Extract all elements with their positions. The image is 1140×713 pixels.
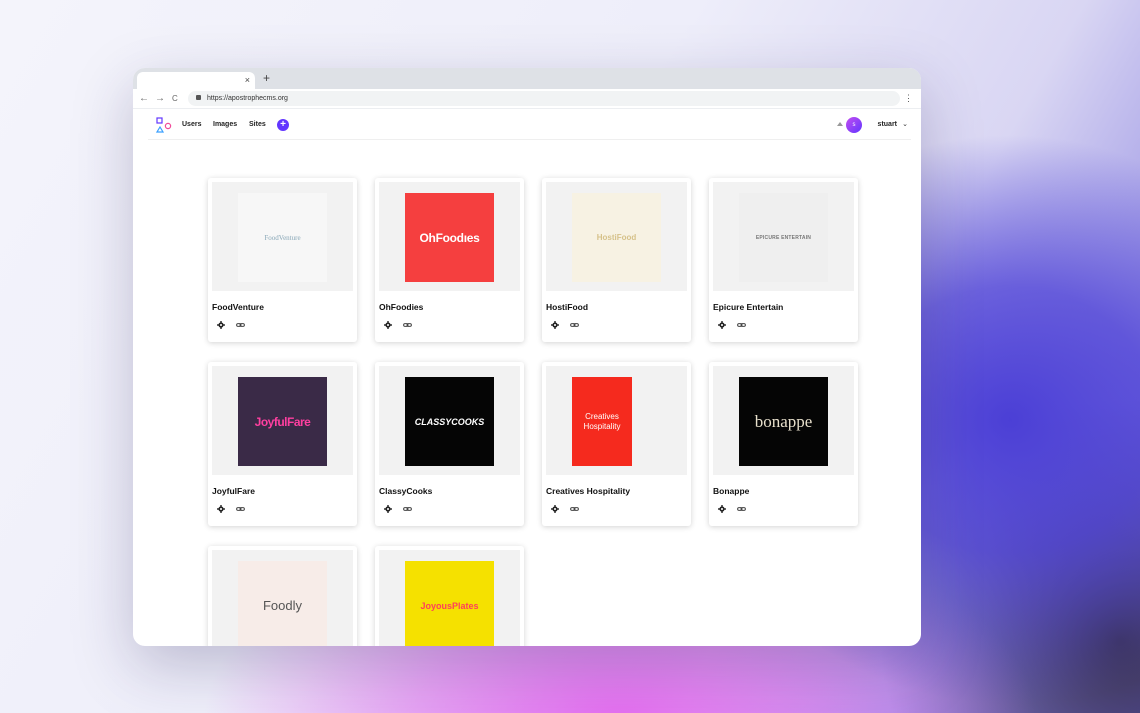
site-logo: JoyfulFare <box>238 377 327 466</box>
browser-window: × + ← → C https://apostrophecms.org ⋮ Us… <box>133 68 921 646</box>
site-title[interactable]: ClassyCooks <box>379 486 432 496</box>
app-header: Users Images Sites + s stuart ⌄ <box>148 110 911 140</box>
site-logo: OhFoodıes <box>405 193 494 282</box>
site-thumbnail[interactable]: JoyfulFare <box>212 366 353 475</box>
site-title[interactable]: HostiFood <box>546 302 588 312</box>
add-button[interactable]: + <box>277 119 289 131</box>
nav-images[interactable]: Images <box>213 121 237 128</box>
site-title[interactable]: FoodVenture <box>212 302 264 312</box>
gear-icon[interactable] <box>384 321 392 329</box>
site-thumbnail[interactable]: CLASSYCOOKS <box>379 366 520 475</box>
apostrophe-logo-icon[interactable] <box>156 117 172 133</box>
locale-icon[interactable] <box>836 121 844 127</box>
gear-icon[interactable] <box>217 505 225 513</box>
link-icon[interactable] <box>236 505 245 513</box>
gear-icon[interactable] <box>551 321 559 329</box>
tab-close-icon[interactable]: × <box>245 74 250 86</box>
site-card[interactable]: Creatives Hospitality Creatives Hospitali… <box>542 362 691 526</box>
site-card[interactable]: JoyousPlates <box>375 546 524 646</box>
site-card[interactable]: EPICURE ENTERTAIN Epicure Entertain <box>709 178 858 342</box>
forward-arrow-icon[interactable]: → <box>155 92 165 105</box>
link-icon[interactable] <box>403 321 412 329</box>
site-thumbnail[interactable]: bonappe <box>713 366 854 475</box>
site-logo: FoodVenture <box>238 193 327 282</box>
gear-icon[interactable] <box>551 505 559 513</box>
site-title[interactable]: Bonappe <box>713 486 749 496</box>
site-thumbnail[interactable]: HostiFood <box>546 182 687 291</box>
site-card[interactable]: JoyfulFare JoyfulFare <box>208 362 357 526</box>
address-bar[interactable]: https://apostrophecms.org <box>188 91 900 106</box>
nav-sites[interactable]: Sites <box>249 121 266 128</box>
site-card[interactable]: OhFoodıes OhFoodies <box>375 178 524 342</box>
gear-icon[interactable] <box>217 321 225 329</box>
url-text: https://apostrophecms.org <box>207 95 288 102</box>
lock-icon <box>196 95 201 100</box>
chevron-down-icon[interactable]: ⌄ <box>902 120 908 128</box>
link-icon[interactable] <box>236 321 245 329</box>
site-title[interactable]: OhFoodies <box>379 302 423 312</box>
link-icon[interactable] <box>570 505 579 513</box>
browser-tab[interactable]: × <box>137 72 255 89</box>
site-thumbnail[interactable]: OhFoodıes <box>379 182 520 291</box>
site-title[interactable]: Creatives Hospitality <box>546 486 630 496</box>
site-logo: Foodly <box>238 561 327 646</box>
gear-icon[interactable] <box>718 321 726 329</box>
site-thumbnail[interactable]: Creatives Hospitality <box>546 366 687 475</box>
reload-icon[interactable]: C <box>172 92 178 105</box>
browser-toolbar: ← → C https://apostrophecms.org ⋮ <box>133 89 921 109</box>
link-icon[interactable] <box>737 505 746 513</box>
site-card[interactable]: Foodly <box>208 546 357 646</box>
avatar[interactable]: s <box>846 117 862 133</box>
link-icon[interactable] <box>570 321 579 329</box>
site-thumbnail[interactable]: Foodly <box>212 550 353 646</box>
site-title[interactable]: JoyfulFare <box>212 486 255 496</box>
site-thumbnail[interactable]: FoodVenture <box>212 182 353 291</box>
gear-icon[interactable] <box>718 505 726 513</box>
back-arrow-icon[interactable]: ← <box>139 92 149 105</box>
site-card[interactable]: CLASSYCOOKS ClassyCooks <box>375 362 524 526</box>
site-card[interactable]: bonappe Bonappe <box>709 362 858 526</box>
site-card[interactable]: HostiFood HostiFood <box>542 178 691 342</box>
site-logo: CLASSYCOOKS <box>405 377 494 466</box>
tab-strip: × + <box>133 68 921 89</box>
link-icon[interactable] <box>737 321 746 329</box>
gear-icon[interactable] <box>384 505 392 513</box>
site-logo: HostiFood <box>572 193 661 282</box>
site-logo: JoyousPlates <box>405 561 494 646</box>
link-icon[interactable] <box>403 505 412 513</box>
new-tab-button[interactable]: + <box>263 71 270 85</box>
site-thumbnail[interactable]: JoyousPlates <box>379 550 520 646</box>
site-logo: EPICURE ENTERTAIN <box>739 193 828 282</box>
browser-menu-icon[interactable]: ⋮ <box>904 92 913 105</box>
site-thumbnail[interactable]: EPICURE ENTERTAIN <box>713 182 854 291</box>
site-title[interactable]: Epicure Entertain <box>713 302 783 312</box>
site-logo: bonappe <box>739 377 828 466</box>
site-card[interactable]: FoodVenture FoodVenture <box>208 178 357 342</box>
nav-users[interactable]: Users <box>182 121 201 128</box>
username[interactable]: stuart <box>878 121 897 128</box>
site-logo: Creatives Hospitality <box>572 377 632 466</box>
